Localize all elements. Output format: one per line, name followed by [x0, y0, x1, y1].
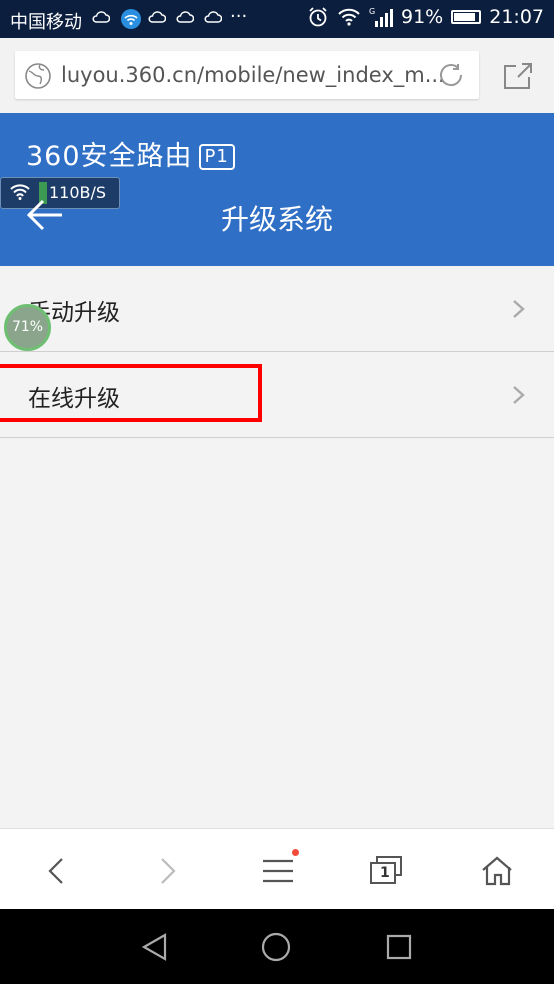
highlight-box: [0, 364, 262, 422]
chevron-right-icon: [513, 386, 525, 404]
signal-icon: G: [369, 7, 393, 27]
cloud-icon: [148, 11, 166, 23]
brand-name: 360安全路由: [26, 141, 193, 172]
more-notifications: ···: [230, 6, 248, 27]
cloud-icon: [92, 11, 110, 23]
share-icon[interactable]: [502, 62, 534, 90]
svg-text:G: G: [369, 7, 375, 16]
browser-address-bar: luyou.360.cn/mobile/new_index_m...: [0, 38, 554, 113]
android-navigation-bar: [0, 909, 554, 984]
app-header: 360安全路由 P1 110B/S 升级系统: [0, 113, 554, 266]
list-item-manual-upgrade[interactable]: 手动升级: [0, 266, 554, 352]
tabs-button[interactable]: 1: [367, 853, 407, 889]
android-home-icon[interactable]: [260, 931, 292, 963]
battery-icon: [451, 10, 482, 24]
forward-icon[interactable]: [146, 853, 186, 889]
menu-icon[interactable]: [258, 853, 298, 889]
brand-logo: 360安全路由 P1: [26, 134, 235, 173]
back-icon[interactable]: [38, 853, 78, 889]
clock: 21:07: [489, 6, 544, 28]
status-bar: 中国移动 ··· G 91% 21:07: [0, 0, 554, 38]
url-text: luyou.360.cn/mobile/new_index_m...: [61, 63, 445, 87]
model-badge: P1: [198, 144, 235, 170]
wifi-badge-icon: [121, 9, 141, 29]
chevron-right-icon: [513, 300, 525, 318]
floating-progress-bubble[interactable]: 71%: [4, 304, 51, 351]
wifi-icon: [338, 8, 360, 26]
globe-icon: [25, 63, 51, 89]
carrier-label: 中国移动: [10, 12, 82, 33]
reload-icon[interactable]: [437, 61, 465, 89]
menu-notification-dot: [292, 849, 299, 856]
url-field[interactable]: luyou.360.cn/mobile/new_index_m...: [15, 51, 479, 99]
cloud-icon: [176, 11, 194, 23]
page-title: 升级系统: [220, 203, 333, 236]
android-recents-icon[interactable]: [384, 931, 414, 963]
tab-count: 1: [380, 865, 390, 881]
alarm-icon: [309, 7, 327, 27]
cloud-icon: [204, 11, 222, 23]
android-back-icon[interactable]: [139, 931, 171, 963]
browser-bottom-toolbar: 1: [0, 828, 554, 910]
home-icon[interactable]: [477, 853, 517, 889]
battery-percent: 91%: [401, 6, 444, 28]
